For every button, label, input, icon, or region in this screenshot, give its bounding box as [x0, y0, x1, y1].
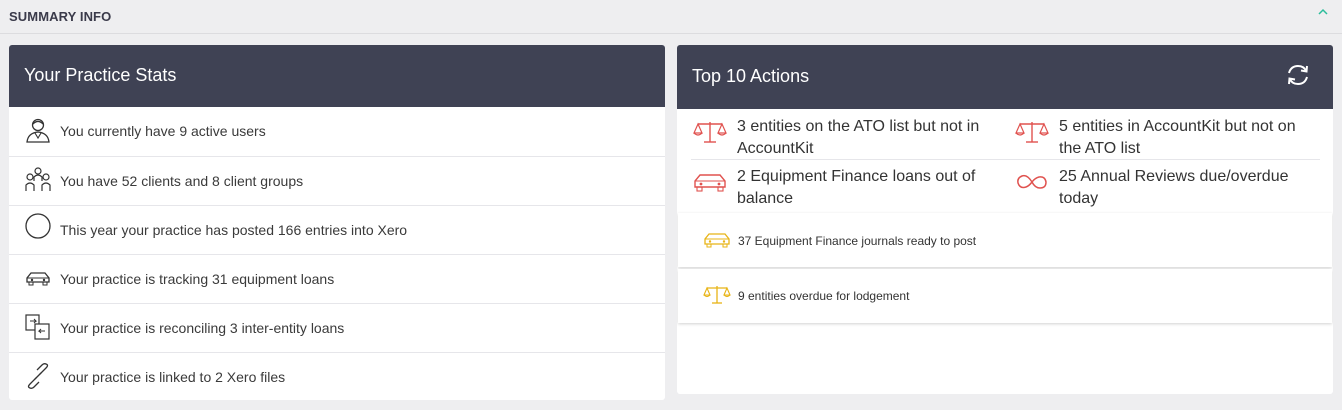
top-actions-title: Top 10 Actions [692, 66, 810, 86]
stat-row-equipment-loans: Your practice is tracking 31 equipment l… [9, 254, 665, 303]
transfer-icon [25, 314, 50, 340]
action-equipment-loans-out-of-balance[interactable]: 2 Equipment Finance loans out of balance [693, 163, 993, 213]
stat-row-active-users: You currently have 9 active users [9, 107, 665, 156]
practice-stats-title: Your Practice Stats [24, 65, 177, 85]
action-annual-reviews-due[interactable]: 25 Annual Reviews due/overdue today [1015, 163, 1315, 213]
action-text: 2 Equipment Finance loans out of balance [737, 168, 976, 207]
stat-text: Your practice is reconciling 3 inter-ent… [60, 320, 345, 336]
car-icon [704, 233, 730, 248]
car-icon [26, 272, 50, 286]
action-card-journals-ready[interactable]: 37 Equipment Finance journals ready to p… [678, 213, 1332, 267]
chevron-up-icon[interactable] [1316, 6, 1330, 18]
summary-header: SUMMARY INFO [0, 0, 1342, 34]
stat-text: Your practice is tracking 31 equipment l… [60, 271, 335, 287]
link-icon [27, 363, 49, 389]
stat-row-inter-entity-loans: Your practice is reconciling 3 inter-ent… [9, 303, 665, 352]
practice-stats-panel: Your Practice Stats You currently have 9… [9, 45, 665, 400]
stat-row-entries: This year your practice has posted 166 e… [9, 205, 665, 254]
practice-stats-header: Your Practice Stats [9, 45, 665, 107]
action-text: 25 Annual Reviews due/overdue today [1059, 168, 1289, 207]
action-card-overdue-lodgement[interactable]: 9 entities overdue for lodgement [678, 269, 1332, 323]
circle-icon [25, 213, 51, 239]
stat-text: You currently have 9 active users [60, 123, 266, 139]
stat-text: You have 52 clients and 8 client groups [60, 173, 304, 189]
action-text: 5 entities in AccountKit but not on the … [1059, 118, 1296, 157]
stat-text: This year your practice has posted 166 e… [60, 222, 408, 238]
action-ato-not-in-accountkit[interactable]: 3 entities on the ATO list but not in Ac… [693, 113, 993, 163]
group-icon [25, 167, 51, 191]
summary-title: SUMMARY INFO [9, 9, 112, 24]
top-actions-panel: Top 10 Actions 3 entities on the ATO lis… [677, 45, 1333, 394]
car-icon [694, 174, 726, 192]
action-text: 37 Equipment Finance journals ready to p… [738, 234, 977, 248]
action-text: 9 entities overdue for lodgement [738, 289, 910, 303]
infinity-icon [1017, 174, 1047, 189]
top-actions-header: Top 10 Actions [677, 45, 1333, 109]
scales-icon [703, 286, 731, 304]
stat-row-clients: You have 52 clients and 8 client groups [9, 156, 665, 205]
action-divider [691, 159, 1320, 160]
stat-row-xero-files: Your practice is linked to 2 Xero files [9, 352, 665, 400]
user-icon [26, 118, 50, 143]
scales-icon [1015, 122, 1049, 143]
refresh-icon[interactable] [1285, 62, 1311, 88]
scales-icon [693, 122, 727, 143]
stat-text: Your practice is linked to 2 Xero files [60, 369, 286, 385]
action-text: 3 entities on the ATO list but not in Ac… [737, 118, 980, 157]
action-accountkit-not-on-ato[interactable]: 5 entities in AccountKit but not on the … [1015, 113, 1315, 163]
